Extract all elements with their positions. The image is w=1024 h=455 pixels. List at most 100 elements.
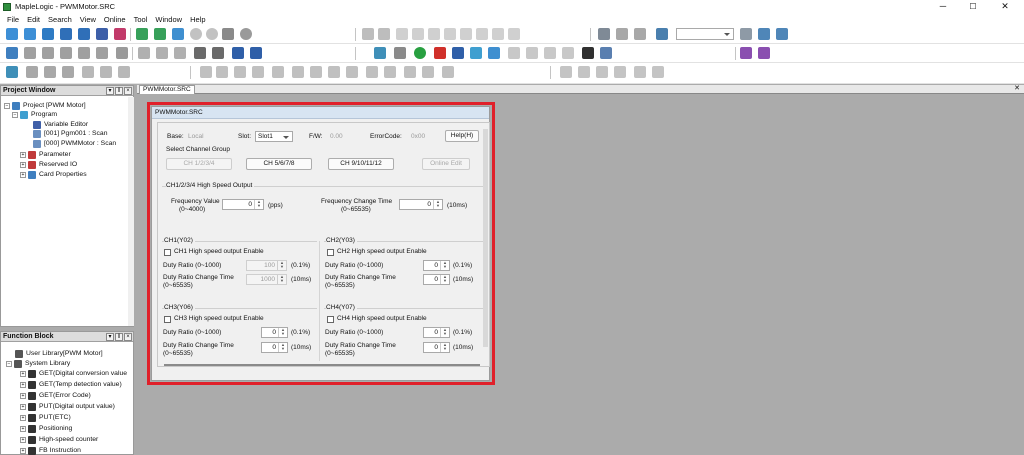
menu-online[interactable]: Online	[104, 15, 126, 24]
cut-icon[interactable]	[396, 28, 408, 40]
rise-contact-icon[interactable]	[310, 66, 322, 78]
zoom-in-icon[interactable]	[44, 66, 56, 78]
menu-file[interactable]: File	[7, 15, 19, 24]
tree-item-system-library[interactable]: − System Library	[6, 359, 70, 368]
ch3-enable-checkbox[interactable]	[164, 316, 171, 323]
tools-icon[interactable]	[582, 47, 594, 59]
copy-icon[interactable]	[412, 28, 424, 40]
function-icon[interactable]	[118, 66, 130, 78]
tree-item-fb[interactable]: + PUT(ETC)	[20, 413, 71, 422]
save-all-icon[interactable]	[96, 28, 108, 40]
block-edit-icon[interactable]	[78, 47, 90, 59]
shuffle-icon[interactable]	[42, 47, 54, 59]
data-icon[interactable]	[470, 47, 482, 59]
find-icon[interactable]	[444, 28, 456, 40]
help-button[interactable]: Help(H)	[445, 130, 479, 142]
minimize-button[interactable]: ─	[928, 0, 958, 13]
spin-arrows-icon[interactable]: ▲ ▼	[278, 328, 287, 337]
tree-item-fb[interactable]: + GET(Temp detection value)	[20, 380, 122, 389]
ch2-dct-input[interactable]: 0 ▲ ▼	[423, 274, 450, 285]
float-button[interactable]: ǁ	[115, 87, 123, 95]
save-icon[interactable]	[78, 28, 90, 40]
io-icon[interactable]	[394, 47, 406, 59]
pulse-icon[interactable]	[404, 66, 416, 78]
tree-item-fb[interactable]: + GET(Error Code)	[20, 391, 91, 400]
export-icon[interactable]	[154, 28, 166, 40]
redo-icon[interactable]	[378, 28, 390, 40]
menu-tool[interactable]: Tool	[134, 15, 148, 24]
tree-item-card-properties[interactable]: + Card Properties	[20, 170, 87, 179]
device-remove-icon[interactable]	[174, 47, 186, 59]
tree-item-program[interactable]: − Program	[12, 110, 57, 119]
import-icon[interactable]	[136, 28, 148, 40]
monitor-icon[interactable]	[758, 28, 770, 40]
debug-icon[interactable]	[634, 66, 646, 78]
grid-icon[interactable]	[114, 28, 126, 40]
spin-arrows-icon[interactable]: ▲ ▼	[440, 261, 449, 270]
delete-line-icon[interactable]	[252, 66, 264, 78]
new-project-icon[interactable]	[6, 28, 18, 40]
debug-stop-icon[interactable]	[652, 66, 664, 78]
tree-item-reserved-io[interactable]: + Reserved IO	[20, 160, 77, 169]
frame-icon[interactable]	[194, 47, 206, 59]
disconnect-icon[interactable]	[616, 28, 628, 40]
device-add-icon[interactable]	[156, 47, 168, 59]
block-icon[interactable]	[60, 47, 72, 59]
tree-item-user-library[interactable]: User Library[PWM Motor]	[15, 349, 103, 358]
tree-item-project[interactable]: − Project [PWM Motor]	[4, 101, 86, 110]
tree-item-variable-editor[interactable]: Variable Editor	[33, 120, 88, 129]
info-icon[interactable]	[212, 47, 224, 59]
expand-icon[interactable]: +	[20, 381, 26, 388]
group-ch-5-8-button[interactable]: CH 5/6/7/8	[246, 158, 312, 170]
watch-icon[interactable]	[614, 66, 626, 78]
collapse-icon[interactable]: −	[6, 360, 12, 367]
open-contact-icon[interactable]	[272, 66, 284, 78]
diagnostic-icon[interactable]	[374, 47, 386, 59]
options-icon[interactable]	[600, 47, 612, 59]
project-scrollbar[interactable]	[128, 97, 134, 326]
collapse-icon[interactable]: −	[4, 102, 10, 109]
line-icon[interactable]	[200, 66, 212, 78]
compare-icon[interactable]	[6, 47, 18, 59]
online-icon[interactable]	[740, 28, 752, 40]
swap-icon[interactable]	[24, 47, 36, 59]
block-delete-icon[interactable]	[96, 47, 108, 59]
run-icon[interactable]	[414, 47, 426, 59]
save-project-icon[interactable]	[42, 28, 54, 40]
page-add-icon[interactable]	[526, 47, 538, 59]
menu-help[interactable]: Help	[190, 15, 205, 24]
spin-arrows-icon[interactable]: ▲ ▼	[433, 200, 442, 209]
trend-icon[interactable]	[488, 47, 500, 59]
stop-icon[interactable]	[434, 47, 446, 59]
spin-arrows-icon[interactable]: ▲ ▼	[440, 275, 449, 284]
undo-icon[interactable]	[362, 28, 374, 40]
display-icon[interactable]	[116, 47, 128, 59]
hline-icon[interactable]	[234, 66, 246, 78]
settings-icon[interactable]	[776, 28, 788, 40]
dialog-vertical-scrollbar[interactable]	[483, 129, 488, 347]
group-ch-1-4-button[interactable]: CH 1/2/3/4	[166, 158, 232, 170]
pin-button[interactable]: ▾	[106, 87, 114, 95]
tree-item-parameter[interactable]: + Parameter	[20, 150, 71, 159]
pin-button[interactable]: ▾	[106, 333, 114, 341]
float-button[interactable]: ǁ	[115, 333, 123, 341]
network-icon[interactable]	[656, 28, 668, 40]
output-icon[interactable]	[346, 66, 358, 78]
purple-tool-icon[interactable]	[740, 47, 752, 59]
expand-icon[interactable]: +	[20, 151, 26, 158]
base-select[interactable]: Local	[188, 133, 204, 140]
tree-item-fb[interactable]: + Positioning	[20, 424, 72, 433]
bookmark-icon[interactable]	[492, 28, 504, 40]
connect-icon[interactable]	[598, 28, 610, 40]
expand-icon[interactable]: +	[20, 447, 26, 454]
close-panel-button[interactable]: ×	[124, 87, 132, 95]
page-icon[interactable]	[508, 47, 520, 59]
step-over-icon[interactable]	[578, 66, 590, 78]
tree-item-fb[interactable]: + FB Instruction	[20, 446, 81, 455]
expand-icon[interactable]: +	[20, 425, 26, 432]
coil-icon[interactable]	[100, 66, 112, 78]
expand-icon[interactable]: +	[20, 392, 26, 399]
menu-view[interactable]: View	[80, 15, 96, 24]
purple-tool2-icon[interactable]	[758, 47, 770, 59]
goto-icon[interactable]	[476, 28, 488, 40]
